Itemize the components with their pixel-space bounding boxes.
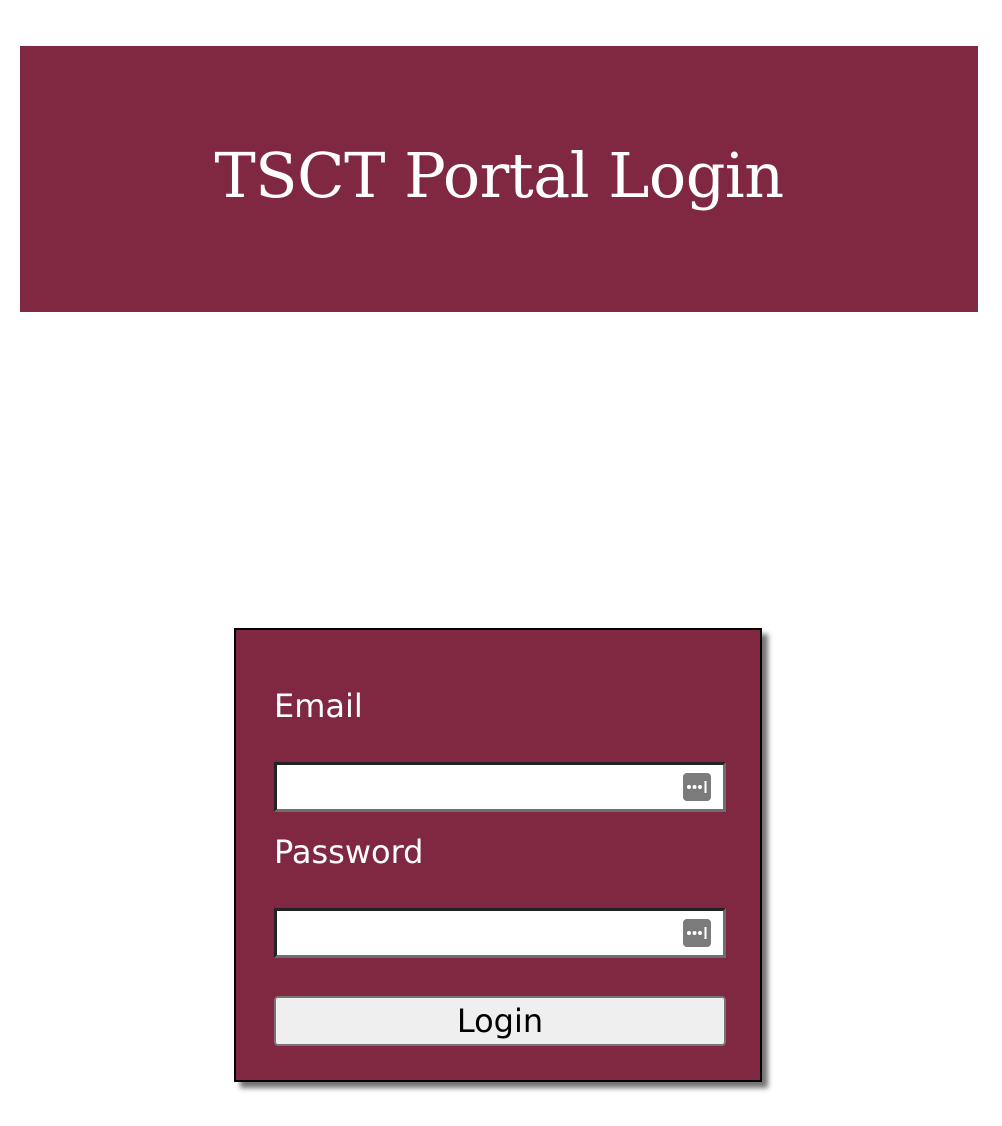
password-manager-key-icon[interactable] bbox=[683, 919, 711, 947]
page-header: TSCT Portal Login bbox=[20, 46, 978, 312]
page-title: TSCT Portal Login bbox=[214, 138, 784, 212]
email-label: Email bbox=[274, 687, 363, 725]
password-field-container bbox=[274, 908, 726, 958]
email-field[interactable] bbox=[277, 765, 723, 809]
email-field-container bbox=[274, 762, 726, 812]
password-field[interactable] bbox=[277, 911, 723, 955]
login-form: Email Password Login bbox=[234, 628, 762, 1082]
password-label: Password bbox=[274, 833, 424, 871]
login-button[interactable]: Login bbox=[274, 996, 726, 1046]
password-manager-key-icon[interactable] bbox=[683, 773, 711, 801]
